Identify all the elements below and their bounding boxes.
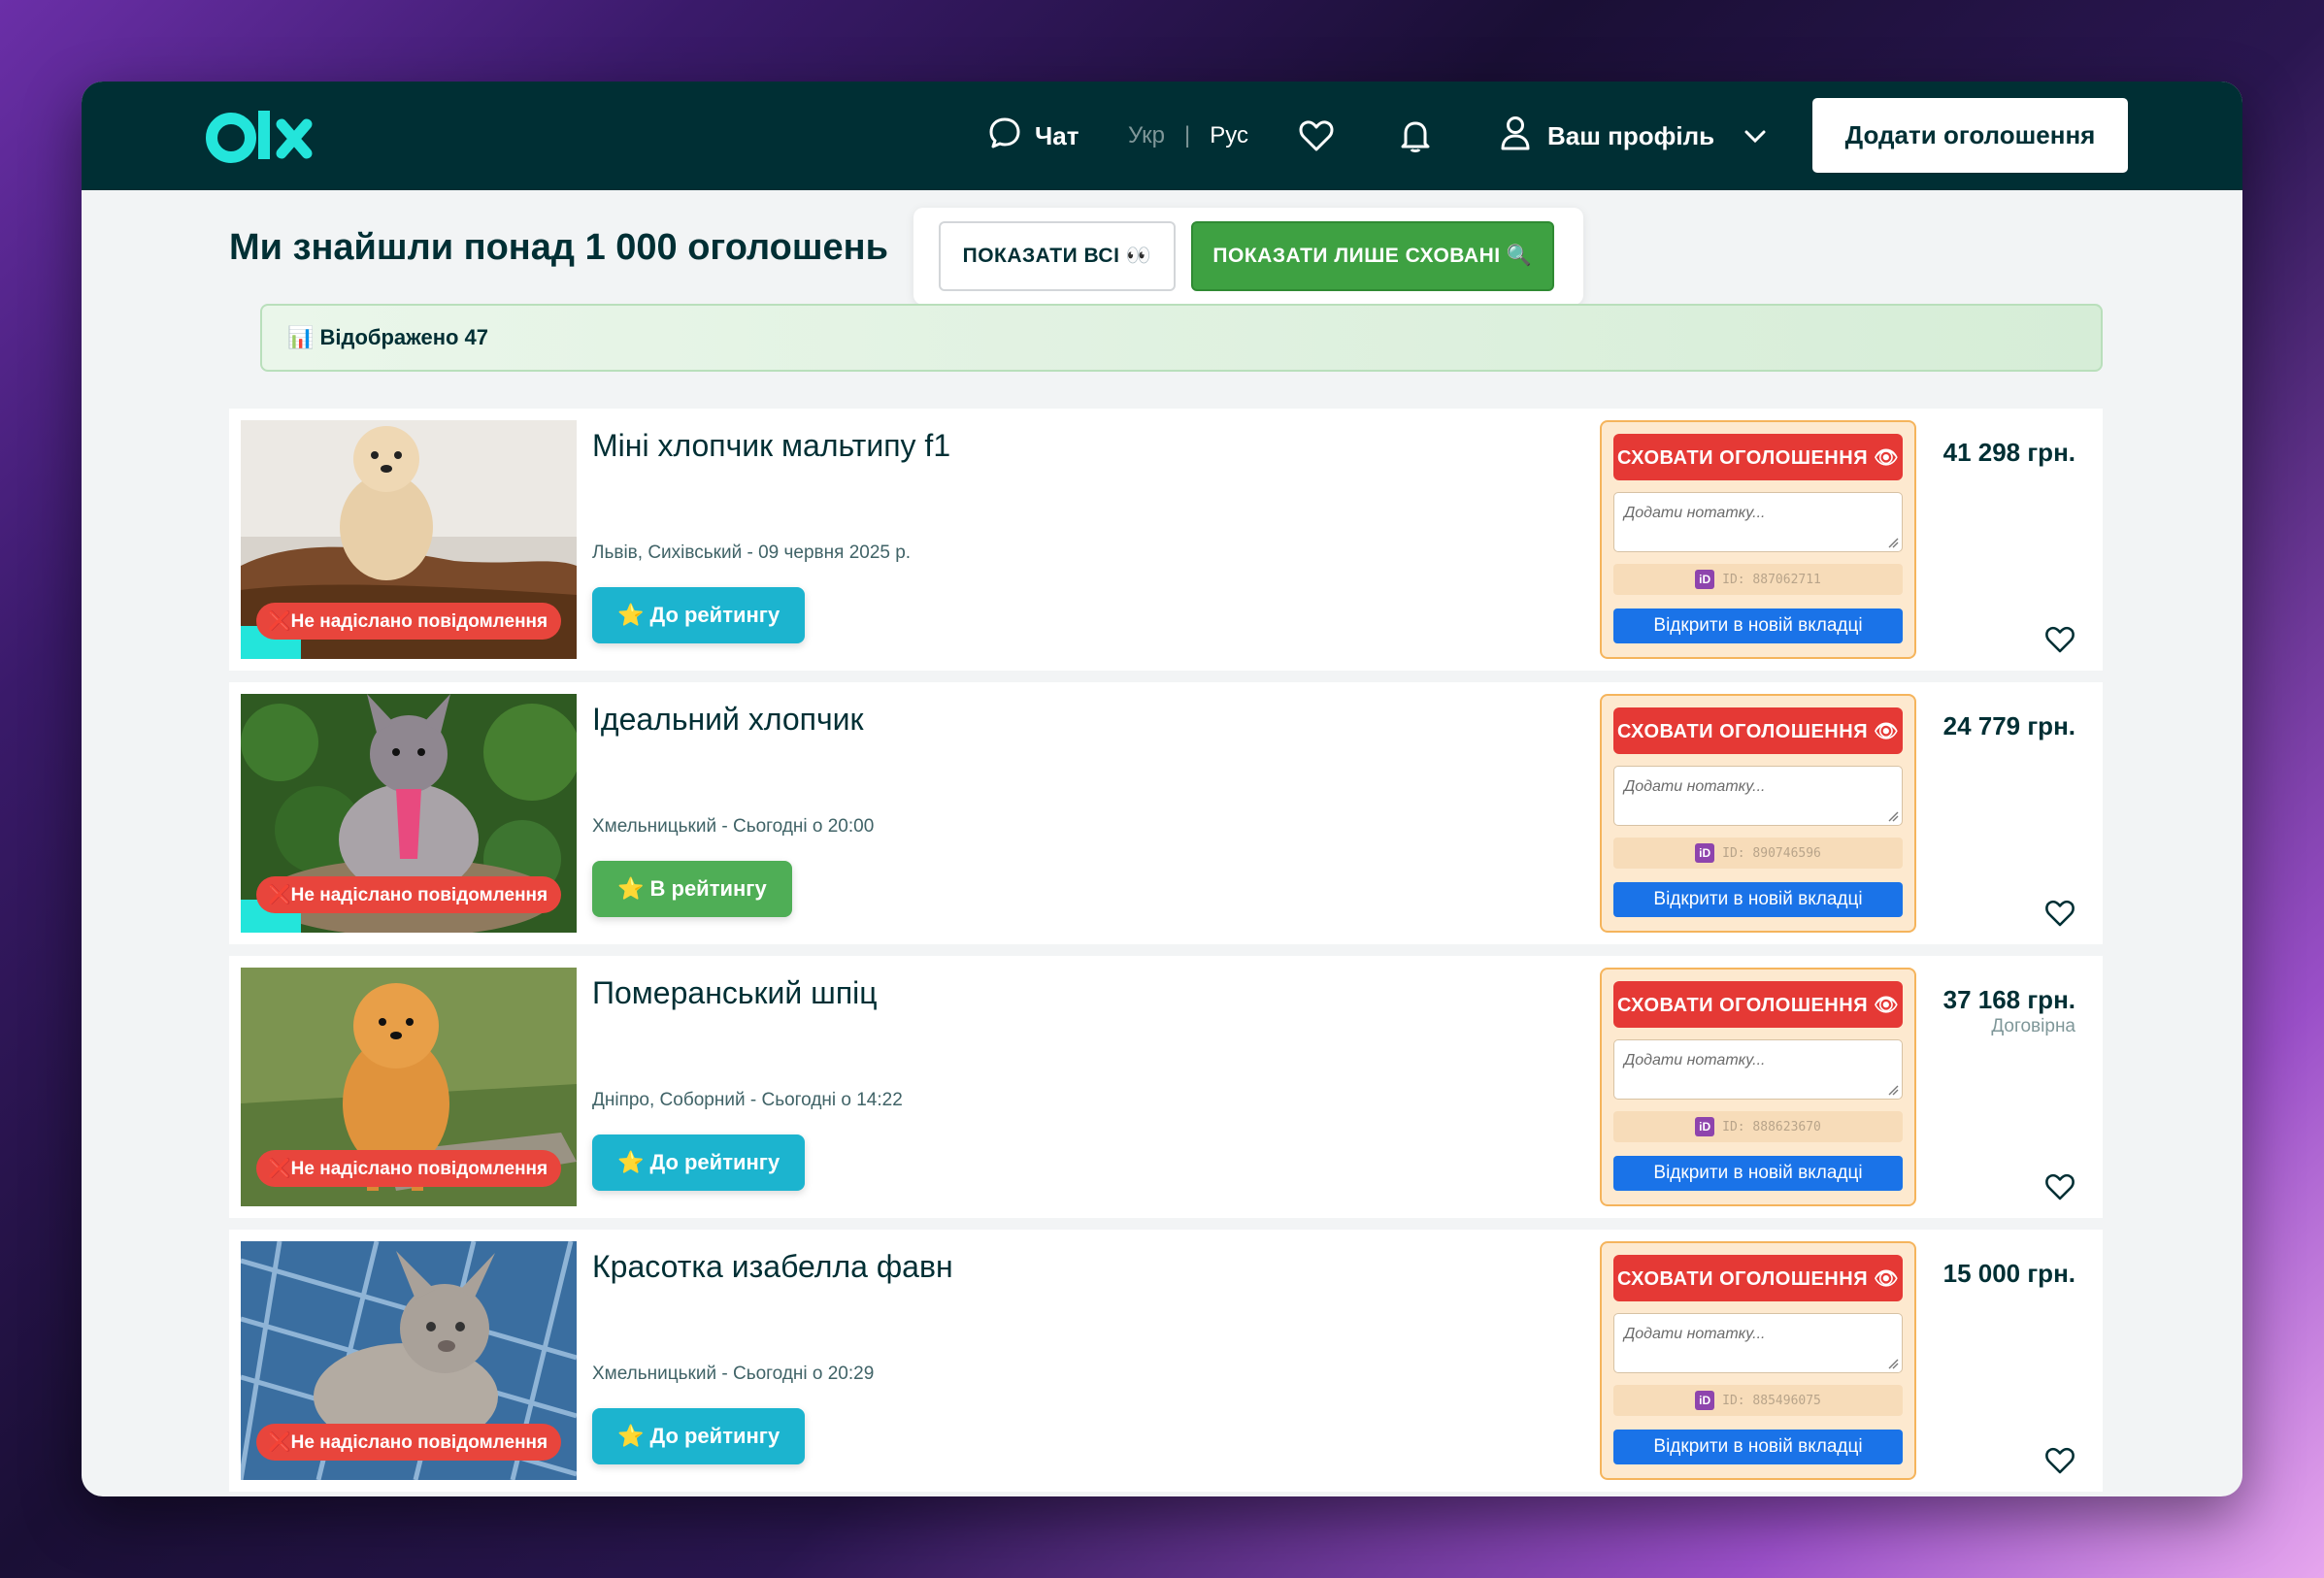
add-listing-button[interactable]: Додати оголошення — [1812, 98, 2128, 173]
listing-card[interactable]: ❌Не надіслано повідомлення Ідеальний хло… — [229, 682, 2103, 944]
browser-window: Чат Укр | Рус Ваш профіль Додати оголоше… — [82, 82, 2242, 1496]
chat-link[interactable]: Чат — [988, 115, 1079, 157]
price-negotiable: Договірна — [1991, 1016, 2075, 1036]
show-all-button[interactable]: ПОКАЗАТИ ВСІ 👀 — [939, 221, 1176, 291]
no-message-badge: ❌Не надіслано повідомлення — [256, 1150, 562, 1187]
rating-button[interactable]: ⭐ До рейтингу — [592, 1134, 806, 1191]
listing-tools-panel: СХОВАТИ ОГОЛОШЕННЯ 👁 Додати нотатку... i… — [1600, 694, 1916, 933]
listing-tools-panel: СХОВАТИ ОГОЛОШЕННЯ 👁 Додати нотатку... i… — [1600, 420, 1916, 659]
chat-label: Чат — [1035, 120, 1079, 150]
listing-location: Хмельницький - Сьогодні о 20:00 — [592, 816, 875, 837]
heart-icon[interactable] — [2044, 898, 2075, 929]
listing-id-text: ID: 888623670 — [1722, 1119, 1821, 1134]
listing-photo[interactable]: ❌Не надіслано повідомлення — [241, 968, 577, 1206]
listing-photo[interactable]: ❌Не надіслано повідомлення — [241, 1241, 577, 1480]
lang-rus[interactable]: Рус — [1210, 122, 1248, 149]
resize-handle-icon[interactable] — [1887, 1358, 1899, 1369]
listing-title[interactable]: Ідеальний хлопчик — [592, 702, 864, 738]
listing-location: Дніпро, Соборний - Сьогодні о 14:22 — [592, 1090, 903, 1110]
note-textarea[interactable]: Додати нотатку... — [1613, 1313, 1903, 1373]
rating-button[interactable]: ⭐ До рейтингу — [592, 1408, 806, 1464]
note-textarea[interactable]: Додати нотатку... — [1613, 766, 1903, 826]
open-new-tab-button[interactable]: Відкрити в новій вкладці — [1613, 1430, 1903, 1464]
profile-menu[interactable]: Ваш профіль — [1499, 111, 1767, 161]
open-new-tab-button[interactable]: Відкрити в новій вкладці — [1613, 882, 1903, 917]
listing-card[interactable]: ❌Не надіслано повідомлення Красотка изаб… — [229, 1230, 2103, 1492]
hide-listing-button[interactable]: СХОВАТИ ОГОЛОШЕННЯ 👁 — [1613, 981, 1903, 1028]
stats-bar: 📊 Відображено 47 — [260, 304, 2103, 372]
listing-price: 41 298 грн. — [1942, 438, 2075, 467]
chevron-down-icon — [1743, 121, 1767, 151]
listing-id: iD ID: 885496075 — [1613, 1385, 1903, 1416]
note-placeholder: Додати нотатку... — [1624, 1326, 1766, 1342]
stats-text: 📊 Відображено 47 — [287, 325, 489, 349]
note-placeholder: Додати нотатку... — [1624, 1052, 1766, 1068]
listing-location: Львів, Сихівський - 09 червня 2025 р. — [592, 542, 912, 563]
hide-listing-button[interactable]: СХОВАТИ ОГОЛОШЕННЯ 👁 — [1613, 1255, 1903, 1301]
listing-title[interactable]: Красотка изабелла фавн — [592, 1249, 953, 1285]
resize-handle-icon[interactable] — [1887, 810, 1899, 822]
resize-handle-icon[interactable] — [1887, 1084, 1899, 1096]
listing-card[interactable]: ❌Не надіслано повідомлення Померанський … — [229, 956, 2103, 1218]
hide-listing-button[interactable]: СХОВАТИ ОГОЛОШЕННЯ 👁 — [1613, 707, 1903, 754]
note-placeholder: Додати нотатку... — [1624, 778, 1766, 795]
heart-icon[interactable] — [2044, 624, 2075, 655]
no-message-badge: ❌Не надіслано повідомлення — [256, 1424, 562, 1461]
no-message-badge: ❌Не надіслано повідомлення — [256, 876, 562, 913]
rating-button[interactable]: ⭐ В рейтингу — [592, 861, 792, 917]
heart-icon[interactable] — [2044, 1171, 2075, 1202]
user-icon — [1499, 115, 1532, 158]
heart-icon[interactable] — [2044, 1445, 2075, 1476]
rating-button[interactable]: ⭐ До рейтингу — [592, 587, 806, 643]
listing-id: iD ID: 888623670 — [1613, 1111, 1903, 1142]
listing-photo[interactable]: ❌Не надіслано повідомлення — [241, 694, 577, 933]
no-message-badge: ❌Не надіслано повідомлення — [256, 603, 562, 640]
listing-id: iD ID: 890746596 — [1613, 838, 1903, 869]
top-navbar: Чат Укр | Рус Ваш профіль Додати оголоше… — [82, 82, 2242, 190]
bell-icon[interactable] — [1394, 115, 1437, 157]
note-textarea[interactable]: Додати нотатку... — [1613, 492, 1903, 552]
chat-bubble-icon — [988, 116, 1021, 156]
listing-title[interactable]: Міні хлопчик мальтипу f1 — [592, 428, 950, 464]
note-textarea[interactable]: Додати нотатку... — [1613, 1039, 1903, 1100]
profile-label: Ваш профіль — [1547, 120, 1715, 150]
id-badge-icon: iD — [1695, 570, 1715, 589]
listing-price: 15 000 грн. — [1942, 1259, 2075, 1288]
filter-toggle-group: ПОКАЗАТИ ВСІ 👀 ПОКАЗАТИ ЛИШЕ СХОВАНІ 🔍 — [913, 208, 1583, 305]
olx-logo[interactable] — [206, 105, 322, 167]
listing-photo[interactable]: ❌Не надіслано повідомлення — [241, 420, 577, 659]
resize-handle-icon[interactable] — [1887, 537, 1899, 548]
language-switcher: Укр | Рус — [1128, 115, 1248, 157]
hide-listing-button[interactable]: СХОВАТИ ОГОЛОШЕННЯ 👁 — [1613, 434, 1903, 480]
heart-icon[interactable] — [1295, 115, 1338, 157]
note-placeholder: Додати нотатку... — [1624, 505, 1766, 521]
id-badge-icon: iD — [1695, 1391, 1715, 1410]
id-badge-icon: iD — [1695, 1117, 1715, 1136]
page-title: Ми знайшли понад 1 000 оголошень — [229, 227, 888, 268]
lang-separator: | — [1184, 122, 1191, 148]
listing-id-text: ID: 887062711 — [1722, 572, 1821, 587]
listing-tools-panel: СХОВАТИ ОГОЛОШЕННЯ 👁 Додати нотатку... i… — [1600, 968, 1916, 1206]
id-badge-icon: iD — [1695, 843, 1715, 863]
show-hidden-button[interactable]: ПОКАЗАТИ ЛИШЕ СХОВАНІ 🔍 — [1191, 221, 1554, 291]
listing-price: 24 779 грн. — [1942, 711, 2075, 740]
listing-price: 37 168 грн. — [1942, 985, 2075, 1014]
listing-tools-panel: СХОВАТИ ОГОЛОШЕННЯ 👁 Додати нотатку... i… — [1600, 1241, 1916, 1480]
lang-ukr[interactable]: Укр — [1128, 122, 1165, 149]
listing-location: Хмельницький - Сьогодні о 20:29 — [592, 1364, 875, 1384]
listing-title[interactable]: Померанський шпіц — [592, 975, 878, 1011]
open-new-tab-button[interactable]: Відкрити в новій вкладці — [1613, 1156, 1903, 1191]
open-new-tab-button[interactable]: Відкрити в новій вкладці — [1613, 608, 1903, 643]
listing-card[interactable]: ❌Не надіслано повідомлення Міні хлопчик … — [229, 409, 2103, 671]
listing-id-text: ID: 890746596 — [1722, 845, 1821, 861]
listing-id-text: ID: 885496075 — [1722, 1393, 1821, 1408]
listing-id: iD ID: 887062711 — [1613, 564, 1903, 595]
